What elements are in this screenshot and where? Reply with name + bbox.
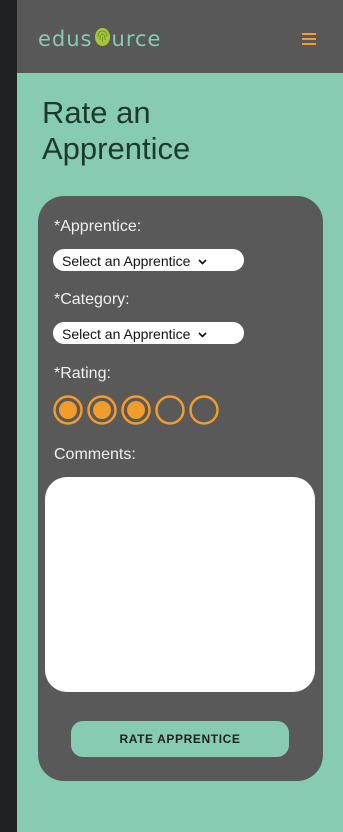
logo-text-right: urce [111, 27, 162, 51]
rating-circle-5[interactable] [189, 395, 219, 425]
app-frame: edus urce Rate an Apprentice *Apprentice… [17, 0, 343, 832]
rating-circle-1[interactable] [53, 395, 83, 425]
apprentice-select[interactable]: Select an Apprentice [53, 249, 244, 271]
chevron-down-icon [198, 322, 207, 344]
rate-apprentice-form: *Apprentice: Select an Apprentice *Categ… [38, 196, 323, 781]
rating-circle-3[interactable] [121, 395, 151, 425]
hamburger-menu-icon[interactable] [299, 30, 319, 48]
category-select[interactable]: Select an Apprentice [53, 322, 244, 344]
category-select-value: Select an Apprentice [62, 326, 191, 342]
logo-text-left: edus [38, 27, 93, 51]
category-label: *Category: [54, 291, 130, 308]
comments-textarea[interactable] [45, 477, 315, 692]
edusource-logo[interactable]: edus urce [38, 24, 161, 55]
rating-circle-4[interactable] [155, 395, 185, 425]
rate-apprentice-button[interactable]: RATE APPRENTICE [71, 721, 289, 757]
chevron-down-icon [198, 249, 207, 271]
apprentice-label: *Apprentice: [54, 218, 142, 235]
rating-circle-2[interactable] [87, 395, 117, 425]
rating-label: *Rating: [54, 365, 111, 382]
comments-label: Comments: [54, 446, 136, 463]
app-header: edus urce [17, 0, 343, 73]
apprentice-select-value: Select an Apprentice [62, 253, 191, 269]
fingerprint-icon [94, 25, 111, 55]
page-title: Rate an Apprentice [42, 95, 191, 166]
